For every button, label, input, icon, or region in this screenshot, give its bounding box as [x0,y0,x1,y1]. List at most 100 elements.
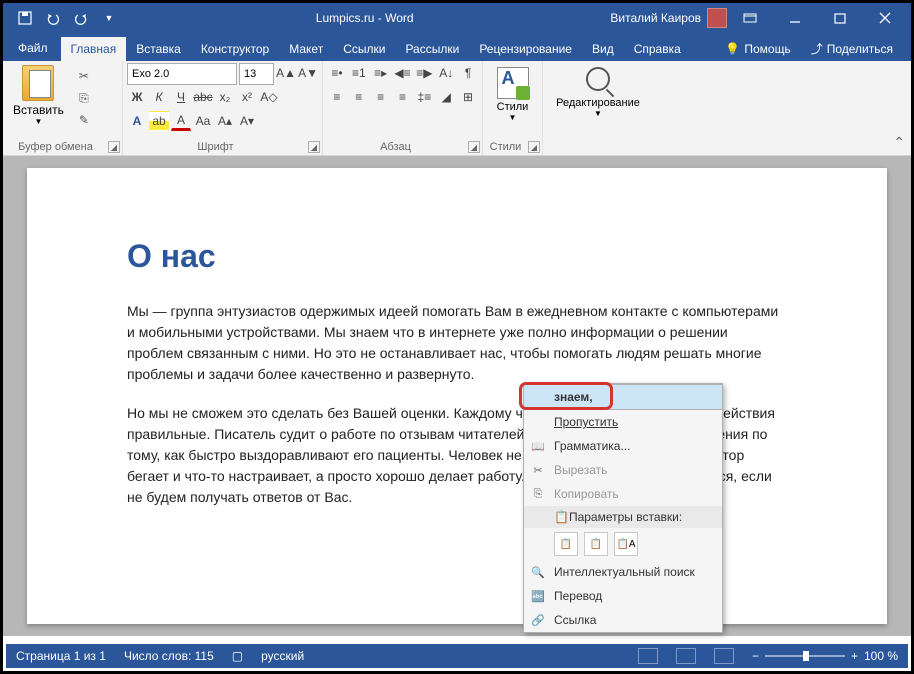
paste-icon [22,65,54,101]
italic-button[interactable]: К [149,87,169,107]
group-font: Exo 2.0 13 A▲ A▼ Ж К Ч abc x₂ x² A◇ A ab… [123,61,323,155]
clipboard-icon: 📋 [554,510,569,524]
link-icon: 🔗 [530,612,546,628]
close-button[interactable] [862,3,907,33]
paragraph-launcher[interactable]: ◢ [468,141,480,153]
cm-skip[interactable]: Пропустить [524,410,722,434]
highlight-icon[interactable]: ab [149,111,169,131]
align-left-icon[interactable]: ≡ [327,87,347,107]
title-bar: ▼ Lumpics.ru - Word Виталий Каиров [3,3,911,33]
zoom-slider[interactable] [765,655,845,657]
grow-font2-icon[interactable]: A▴ [215,111,235,131]
view-print-icon[interactable] [676,648,696,664]
user-account[interactable]: Виталий Каиров [610,8,727,28]
shrink-font-icon[interactable]: A▼ [298,63,318,83]
styles-button[interactable]: Стили ▼ [487,63,538,122]
cm-suggestion[interactable]: знаем, [524,384,722,410]
sort-icon[interactable]: A↓ [436,63,456,83]
font-color-icon[interactable]: A [171,111,191,131]
align-center-icon[interactable]: ≡ [349,87,369,107]
cm-cut[interactable]: ✂Вырезать [524,458,722,482]
superscript-button[interactable]: x² [237,87,257,107]
heading: О нас [127,238,787,275]
text-effects-icon[interactable]: A [127,111,147,131]
cut-icon[interactable]: ✂ [74,67,94,85]
view-web-icon[interactable] [714,648,734,664]
decrease-indent-icon[interactable]: ◀≡ [393,63,413,83]
clear-format-icon[interactable]: A◇ [259,87,279,107]
zoom-out-button[interactable]: − [752,649,759,663]
zoom-level[interactable]: 100 % [864,649,898,663]
chevron-down-icon: ▼ [34,117,42,126]
tab-home[interactable]: Главная [61,37,127,61]
tell-me-search[interactable]: 💡Помощь [717,36,798,61]
tab-review[interactable]: Рецензирование [469,37,582,61]
cm-link[interactable]: 🔗Ссылка [524,608,722,632]
paste-text-only-icon[interactable]: 📋A [614,532,638,556]
qat-dropdown-icon[interactable]: ▼ [99,8,119,28]
editing-button[interactable]: Редактирование ▼ [547,63,649,118]
status-words[interactable]: Число слов: 115 [124,649,214,663]
status-language[interactable]: русский [261,649,304,663]
change-case-icon[interactable]: Aa [193,111,213,131]
cm-grammar[interactable]: 📖Грамматика... [524,434,722,458]
tab-design[interactable]: Конструктор [191,37,279,61]
subscript-button[interactable]: x₂ [215,87,235,107]
group-label-paragraph: Абзац [323,141,468,153]
bullets-icon[interactable]: ≡• [327,63,347,83]
paragraph-1: Мы — группа энтузиастов одержимых идеей … [127,301,787,385]
justify-icon[interactable]: ≡ [393,87,413,107]
line-spacing-icon[interactable]: ‡≡ [414,87,434,107]
show-marks-icon[interactable]: ¶ [458,63,478,83]
cm-copy[interactable]: ⎘Копировать [524,482,722,506]
book-icon: 📖 [530,438,546,454]
tab-insert[interactable]: Вставка [126,37,191,61]
format-painter-icon[interactable]: ✎ [74,111,94,129]
multilevel-icon[interactable]: ≡▸ [371,63,391,83]
numbering-icon[interactable]: ≡1 [349,63,369,83]
tab-references[interactable]: Ссылки [333,37,395,61]
grow-font-icon[interactable]: A▲ [276,63,296,83]
increase-indent-icon[interactable]: ≡▶ [414,63,434,83]
group-editing: Редактирование ▼ [543,61,653,155]
minimize-button[interactable] [772,3,817,33]
cm-translate[interactable]: 🔤Перевод [524,584,722,608]
window-controls [727,3,907,33]
font-size-combo[interactable]: 13 [239,63,274,85]
bold-button[interactable]: Ж [127,87,147,107]
shrink-font2-icon[interactable]: A▾ [237,111,257,131]
strike-button[interactable]: abc [193,87,213,107]
styles-launcher[interactable]: ◢ [528,141,540,153]
shading-icon[interactable]: ◢ [436,87,456,107]
undo-icon[interactable] [43,8,63,28]
borders-icon[interactable]: ⊞ [458,87,478,107]
cm-smart-lookup[interactable]: 🔍Интеллектуальный поиск [524,560,722,584]
user-name: Виталий Каиров [610,11,701,25]
save-icon[interactable] [15,8,35,28]
status-page[interactable]: Страница 1 из 1 [16,649,106,663]
collapse-ribbon-icon[interactable]: ⌃ [893,134,905,151]
copy-icon[interactable]: ⎘ [74,89,94,107]
font-name-combo[interactable]: Exo 2.0 [127,63,237,85]
tab-help[interactable]: Справка [624,37,691,61]
font-launcher[interactable]: ◢ [308,141,320,153]
proofing-icon[interactable]: ▢ [232,649,243,663]
paste-keep-source-icon[interactable]: 📋 [554,532,578,556]
clipboard-launcher[interactable]: ◢ [108,141,120,153]
underline-button[interactable]: Ч [171,87,191,107]
align-right-icon[interactable]: ≡ [371,87,391,107]
tab-mailings[interactable]: Рассылки [395,37,469,61]
document-page[interactable]: О нас Мы — группа энтузиастов одержимых … [27,168,887,624]
zoom-in-button[interactable]: + [851,649,858,663]
ribbon-display-button[interactable] [727,3,772,33]
redo-icon[interactable] [71,8,91,28]
tab-file[interactable]: Файл [5,35,61,61]
maximize-button[interactable] [817,3,862,33]
tab-view[interactable]: Вид [582,37,624,61]
view-read-icon[interactable] [638,648,658,664]
paste-button[interactable]: Вставить ▼ [7,63,70,135]
paste-merge-icon[interactable]: 📋 [584,532,608,556]
user-avatar-icon [707,8,727,28]
share-button[interactable]: ⤴Поделиться [803,36,901,61]
tab-layout[interactable]: Макет [279,37,333,61]
